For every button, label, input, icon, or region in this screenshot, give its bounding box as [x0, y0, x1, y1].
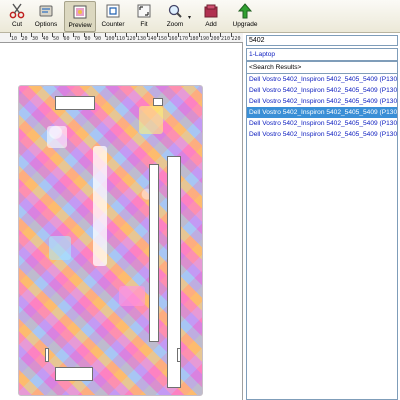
add-button[interactable]: Add	[200, 1, 222, 32]
ruler-label: 70	[74, 36, 81, 42]
search-result-item[interactable]: Dell Vostro 5402_Inspiron 5402_5405_5409…	[247, 107, 397, 118]
ruler-label: 220	[231, 36, 241, 42]
fit-icon	[137, 4, 151, 18]
preview-canvas[interactable]: 10 20 30 40 50 60 70 80 90 100 110 120 130 140 150 160 1…	[0, 33, 243, 400]
upgrade-icon	[237, 3, 253, 19]
zoom-button[interactable]: Zoom	[163, 1, 187, 32]
ruler-label: 80	[84, 36, 91, 42]
ruler-label: 120	[126, 36, 136, 42]
counter-label: Counter	[101, 21, 125, 28]
ruler-label: 10	[11, 36, 18, 42]
ruler-label: 90	[95, 36, 102, 42]
ruler-label: 60	[63, 36, 70, 42]
cutout-right-notch	[177, 348, 181, 362]
options-button[interactable]: Options	[30, 1, 62, 32]
zoom-dropdown-arrow[interactable]: ▾	[188, 14, 191, 21]
category-item[interactable]: 1-Laptop	[247, 49, 397, 60]
counter-button[interactable]: Counter	[98, 1, 128, 32]
upgrade-label: Upgrade	[232, 21, 258, 28]
pattern-highlight	[119, 286, 145, 306]
search-result-item[interactable]: Dell Vostro 5402_Inspiron 5402_5405_5409…	[247, 85, 397, 96]
options-label: Options	[34, 21, 58, 28]
results-header: <Search Results>	[249, 64, 302, 71]
category-list[interactable]: 1-Laptop	[246, 48, 398, 61]
options-icon	[39, 5, 53, 17]
add-label: Add	[205, 21, 217, 28]
preview-icon	[73, 5, 87, 19]
ruler-label: 190	[200, 36, 210, 42]
ruler-label: 180	[189, 36, 199, 42]
ruler-label: 170	[179, 36, 189, 42]
ruler-label: 20	[21, 36, 28, 42]
search-result-item[interactable]: Dell Vostro 5402_Inspiron 5402_5405_5409…	[247, 129, 397, 140]
search-result-item[interactable]: Dell Vostro 5402_Inspiron 5402_5405_5409…	[247, 96, 397, 107]
preview-label: Preview	[68, 22, 92, 29]
pattern-highlight	[47, 126, 67, 148]
ruler-label: 130	[137, 36, 147, 42]
search-result-item[interactable]: Dell Vostro 5402_Inspiron 5402_5405_5409…	[247, 118, 397, 129]
cut-label: Cut	[11, 21, 23, 28]
pattern-highlight	[49, 236, 71, 260]
fit-label: Fit	[140, 21, 148, 28]
cutout-top-slot	[55, 96, 95, 110]
zoom-icon	[168, 4, 182, 18]
upgrade-button[interactable]: Upgrade	[230, 1, 260, 32]
preview-button[interactable]: Preview	[64, 1, 96, 32]
laptop-skin-template[interactable]	[18, 85, 203, 396]
results-list[interactable]: Dell Vostro 5402_Inspiron 5402_5405_5409…	[246, 73, 398, 400]
horizontal-ruler: 10 20 30 40 50 60 70 80 90 100 110 120 130 140 150 160 1…	[0, 33, 243, 43]
fit-button[interactable]: Fit	[134, 1, 154, 32]
ruler-label: 110	[116, 36, 126, 42]
ruler-label: 30	[32, 36, 39, 42]
cutout-small-tab	[153, 98, 163, 106]
scissors-icon	[9, 3, 25, 19]
zoom-label: Zoom	[166, 21, 184, 28]
cut-button[interactable]: Cut	[4, 1, 30, 32]
counter-icon	[106, 4, 120, 18]
pattern-highlight	[93, 146, 107, 266]
model-search-panel: 1-Laptop <Search Results> Dell Vostro 54…	[244, 33, 400, 400]
ruler-label: 140	[147, 36, 157, 42]
ruler-label: 150	[158, 36, 168, 42]
ruler-label: 200	[210, 36, 220, 42]
pattern-highlight	[139, 106, 163, 134]
ruler-label: 210	[221, 36, 231, 42]
cutout-vertical-slot	[149, 164, 159, 342]
ruler-label: 100	[105, 36, 115, 42]
ruler-label: 50	[53, 36, 60, 42]
search-input[interactable]	[246, 35, 398, 46]
ruler-label: 40	[42, 36, 49, 42]
cutout-bottom-slot	[55, 367, 93, 381]
cutout-left-notch	[45, 348, 49, 362]
search-result-item[interactable]: Dell Vostro 5402_Inspiron 5402_5405_5409…	[247, 74, 397, 85]
add-icon	[204, 4, 218, 18]
toolbar: Cut Options Preview Counter Fit Zoom ▾ A…	[0, 0, 400, 33]
ruler-label: 160	[168, 36, 178, 42]
